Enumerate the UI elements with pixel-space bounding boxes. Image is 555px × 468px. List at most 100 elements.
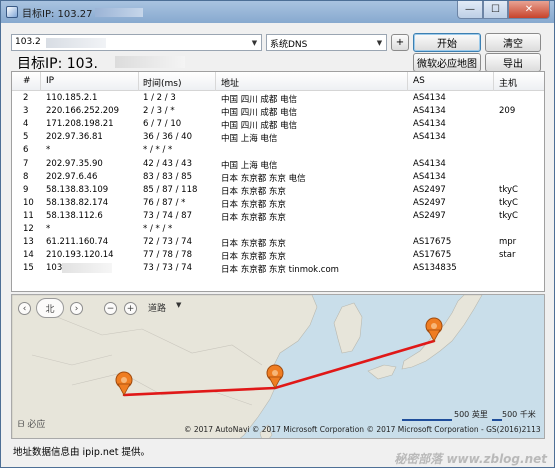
row-ip: 202.97.35.90: [46, 158, 103, 169]
status-text: 地址数据信息由 ipip.net 提供。: [13, 447, 150, 458]
title-bar[interactable]: 目标IP: 103.27 — ☐ ✕: [1, 1, 554, 23]
row-time: * / * / *: [143, 224, 173, 234]
chevron-down-icon[interactable]: ▼: [248, 35, 261, 50]
row-number: 8: [23, 171, 29, 182]
window-title: 目标IP: 103.27: [22, 8, 93, 20]
column-divider: [40, 72, 41, 91]
table-row[interactable]: 8 202.97.6.46 83 / 83 / 85 日本 东京都 东京 电信 AS41…: [12, 171, 544, 184]
row-ip: 202.97.6.46: [46, 171, 98, 182]
row-address: 中国 四川 成都 电信: [221, 108, 298, 119]
row-address: 中国 四川 成都 电信: [221, 95, 298, 105]
row-number: 11: [23, 210, 34, 221]
column-divider: [138, 72, 139, 91]
trace-table[interactable]: # IP 时间(ms) 地址 AS 主机 2 110.185.2.1 1 / 2 /…: [11, 71, 545, 292]
export-button[interactable]: 导出: [485, 53, 541, 72]
row-time: 6 / 7 / 10: [143, 119, 182, 130]
row-host: tkyC: [499, 184, 518, 195]
ip-input-value: 103.2: [15, 37, 41, 47]
scale-km: 500 千米: [502, 410, 536, 419]
row-address: 日本 东京都 东京 电信: [221, 173, 306, 184]
row-as: AS17675: [413, 250, 452, 261]
row-host: tkyC: [499, 197, 518, 208]
zoom-in-icon[interactable]: +: [124, 302, 137, 315]
row-as: AS2497: [413, 184, 446, 195]
land-korea: [333, 302, 363, 354]
clear-button[interactable]: 清空: [485, 33, 541, 52]
row-as: AS134835: [413, 263, 457, 274]
dns-select-value: 系统DNS: [270, 40, 308, 50]
minimize-button[interactable]: —: [457, 1, 483, 19]
row-host: mpr: [499, 237, 517, 248]
target-ip-redaction: [115, 56, 185, 68]
row-host: tkyC: [499, 210, 518, 221]
land-japan: [401, 295, 483, 370]
table-row[interactable]: 2 110.185.2.1 1 / 2 / 3 中国 四川 成都 电信 AS4134: [12, 92, 544, 105]
row-number: 6: [23, 145, 29, 156]
row-time: 2 / 3 / *: [143, 106, 175, 117]
row-ip: *: [46, 145, 51, 156]
table-row[interactable]: 14 210.193.120.14 77 / 78 / 78 日本 东京都 东京 AS1…: [12, 249, 544, 262]
row-address: 日本 东京都 东京: [221, 186, 286, 197]
row-ip: 110.185.2.1: [46, 93, 98, 103]
row-number: 3: [23, 106, 29, 117]
table-row[interactable]: 5 202.97.36.81 36 / 36 / 40 中国 上海 电信 AS4134: [12, 131, 544, 144]
table-row[interactable]: 3 220.166.252.209 2 / 3 / * 中国 四川 成都 电信 AS41…: [12, 105, 544, 118]
nav-forward-icon[interactable]: ›: [70, 302, 83, 315]
col-header-time[interactable]: 时间(ms): [143, 76, 181, 89]
table-row[interactable]: 11 58.138.112.6 73 / 74 / 87 日本 东京都 东京 AS249…: [12, 210, 544, 223]
row-time: 72 / 73 / 74: [143, 237, 192, 248]
road-view-button[interactable]: 道路: [148, 301, 166, 314]
bing-map-button[interactable]: 微软必应地图: [413, 53, 481, 72]
row-ip: 61.211.160.74: [46, 237, 109, 248]
window-controls: — ☐ ✕: [457, 1, 550, 19]
row-as: AS4134: [413, 132, 446, 143]
row-address: 日本 东京都 东京: [221, 239, 286, 250]
add-dns-button[interactable]: +: [391, 34, 409, 51]
row-time: 73 / 73 / 74: [143, 263, 192, 274]
row-time: 76 / 87 / *: [143, 197, 186, 208]
row-as: AS4134: [413, 93, 446, 103]
row-time: 73 / 74 / 87: [143, 210, 192, 221]
row-ip: *: [46, 224, 51, 234]
table-row[interactable]: 7 202.97.35.90 42 / 43 / 43 中国 上海 电信 AS4134: [12, 158, 544, 171]
column-divider: [493, 72, 494, 91]
route-map[interactable]: ‹ 北 › − + 道路 ▼ ᗷ 必应 500 英里 500 千米 © 2017…: [11, 294, 545, 439]
row-time: 85 / 87 / 118: [143, 184, 198, 195]
bing-logo: ᗷ 必应: [18, 420, 46, 430]
table-row[interactable]: 10 58.138.82.174 76 / 87 / * 日本 东京都 东京 AS249…: [12, 197, 544, 210]
col-header-address[interactable]: 地址: [221, 76, 239, 89]
ip-input[interactable]: 103.2 ▼: [11, 34, 262, 51]
col-header-host[interactable]: 主机: [499, 76, 517, 89]
row-as: AS4134: [413, 171, 446, 182]
chevron-down-icon[interactable]: ▼: [373, 35, 386, 50]
row-number: 2: [23, 93, 29, 103]
land-kyushu: [367, 364, 397, 380]
maximize-button[interactable]: ☐: [483, 1, 508, 19]
start-button[interactable]: 开始: [413, 33, 481, 52]
col-header-ip[interactable]: IP: [46, 76, 54, 86]
chevron-down-icon[interactable]: ▼: [176, 301, 181, 309]
nav-back-icon[interactable]: ‹: [18, 302, 31, 315]
table-row[interactable]: 13 61.211.160.74 72 / 73 / 74 日本 东京都 东京 AS17…: [12, 236, 544, 249]
row-ip: 210.193.120.14: [46, 250, 114, 261]
target-ip-text: 目标IP: 103.: [17, 56, 98, 72]
table-row[interactable]: 9 58.138.83.109 85 / 87 / 118 日本 东京都 东京 AS24…: [12, 184, 544, 197]
dns-select[interactable]: 系统DNS ▼: [266, 34, 387, 51]
table-row[interactable]: 6 * * / * / *: [12, 144, 544, 157]
row-host: star: [499, 250, 516, 261]
row-number: 5: [23, 132, 29, 143]
col-header-as[interactable]: AS: [413, 76, 425, 86]
row-time: * / * / *: [143, 145, 173, 156]
table-row[interactable]: 4 171.208.198.21 6 / 7 / 10 中国 四川 成都 电信 AS41…: [12, 118, 544, 131]
row-as: AS17675: [413, 237, 452, 248]
row-ip: 58.138.83.109: [46, 184, 109, 195]
zoom-out-icon[interactable]: −: [104, 302, 117, 315]
table-row[interactable]: 12 * * / * / *: [12, 223, 544, 236]
col-header-num[interactable]: #: [23, 76, 31, 86]
column-divider: [215, 72, 216, 91]
row-host: 209: [499, 106, 516, 117]
bing-logo-text: 必应: [27, 420, 46, 430]
compass-icon[interactable]: 北: [36, 298, 64, 318]
row-as: AS4134: [413, 106, 446, 117]
close-button[interactable]: ✕: [508, 1, 550, 19]
